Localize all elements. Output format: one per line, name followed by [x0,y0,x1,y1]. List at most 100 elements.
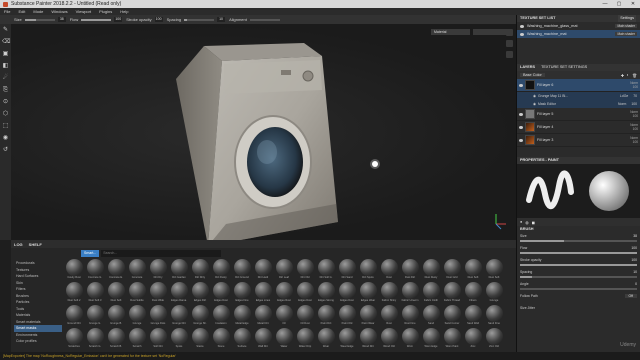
eye-icon[interactable] [520,24,524,28]
shelf-item[interactable]: Stone [211,328,231,350]
shelf-item[interactable]: Edges Strong [316,282,336,304]
shelf-item[interactable]: Dirt Sand [337,259,357,281]
layer-blend[interactable]: Norm 100 [630,81,638,89]
eraser-icon[interactable]: ⌫ [2,39,10,46]
filter-chip[interactable]: Smart... [81,250,100,257]
shelf-item[interactable]: Sand [421,305,441,327]
shelf-item[interactable]: Sand Corner [442,305,462,327]
shelf-item[interactable]: Worn Paint [442,328,462,350]
shelf-item[interactable]: Sand Fine [484,305,504,327]
property-value[interactable]: 0 [635,282,637,286]
shelf-item[interactable]: Dirt Dry [148,259,168,281]
shelf-item[interactable]: Zinc [463,328,483,350]
layer-opacity[interactable]: 100 [633,140,638,144]
shelf-item[interactable]: Edges Rust [274,282,294,304]
shelf-item[interactable]: Grunge Sh. [190,305,210,327]
shelf-item[interactable]: Edges Dust [211,282,231,304]
shelf-item[interactable]: Paint Old [337,305,357,327]
stroke-opacity-value[interactable]: 100 [154,17,163,22]
search-input[interactable]: Search... [101,250,221,257]
camera-icon[interactable]: ◉ [2,135,9,142]
settings-dropdown[interactable]: Settings [618,15,636,22]
shelf-item[interactable]: Dirt Soft G. [316,259,336,281]
follow-path-toggle[interactable]: Off [624,294,637,298]
shelf-item[interactable]: Dust Dirt [400,259,420,281]
shelf-item[interactable]: Water Drip [295,328,315,350]
property-value[interactable]: 100 [631,258,637,262]
delete-layer-icon[interactable]: 🗑 [632,73,637,78]
shelf-item[interactable]: Paint Dirt [316,305,336,327]
brush-tab-icon[interactable]: ● [520,220,522,224]
shelf-category[interactable]: Color profiles [14,338,62,345]
history-icon[interactable]: ↺ [2,147,9,154]
shader-settings-icon[interactable] [506,40,513,47]
menu-plugins[interactable]: Plugins [99,9,112,14]
close-button[interactable]: ✕ [626,1,640,7]
shelf-item[interactable]: Dust [379,259,399,281]
3d-viewport[interactable]: Material [11,24,516,240]
shelf-item[interactable]: Grunge G. [85,305,105,327]
eye-icon[interactable]: ◉ [533,102,536,106]
tab-texture-set-settings[interactable]: TEXTURE SET SETTINGS [541,64,587,71]
shelf-item[interactable]: Edges Dirt [190,282,210,304]
shelf-item[interactable]: Spots [169,328,189,350]
shelf-item[interactable]: Stains [190,328,210,350]
polygon-fill-icon[interactable]: ⬡ [2,111,9,118]
shelf-item[interactable]: Dirt Ground [232,259,252,281]
shelf-item[interactable]: Dust Dusty [421,259,441,281]
shelf-item[interactable]: Dirt Garden [169,259,189,281]
flow-value[interactable]: 100 [114,17,123,22]
texture-set-row[interactable]: Washing_machine_mat Main shader [517,30,640,38]
layer-blend[interactable]: Norm 100 [630,110,638,118]
shelf-item[interactable]: Edges Dama. [169,282,189,304]
camera-settings-icon[interactable] [506,51,513,58]
effect-value[interactable]: 100 [631,102,637,106]
clone-icon[interactable]: ⎘ [2,87,9,94]
shelf-item[interactable]: Dirt Hard [253,259,273,281]
shelf-item[interactable]: Oil Dust [295,305,315,327]
shelf-item[interactable]: Dust Soft 2 [64,282,84,304]
eye-icon[interactable]: ◉ [533,94,536,98]
shelf-item[interactable]: Fabric Unworn [400,282,420,304]
smudge-icon[interactable]: ☄ [2,75,9,82]
shelf-item[interactable]: Ground Dirt [64,305,84,327]
shelf-item[interactable]: Soft Dirt [148,328,168,350]
shelf-item[interactable]: Edges Lines [253,282,273,304]
menu-help[interactable]: Help [120,9,128,14]
shelf-item[interactable]: Metal Dirt [253,305,273,327]
effect-mode[interactable]: Norm [618,102,626,106]
shelf-item[interactable]: Paint Wear [358,305,378,327]
property-value[interactable]: 10 [633,270,637,274]
shelf-item[interactable]: Wood Dirt [358,328,378,350]
shelf-item[interactable]: Grunge Dots [148,305,168,327]
shelf-item[interactable]: Edges Fine [232,282,252,304]
shelf-item[interactable]: Concrete G. [85,259,105,281]
shelf-item[interactable]: Grunge [484,282,504,304]
property-value[interactable]: 100 [631,246,637,250]
menu-mode[interactable]: Mode [33,9,43,14]
eye-icon[interactable] [519,112,523,116]
size-value[interactable]: 38 [57,17,66,22]
projection-icon[interactable]: ▣ [2,51,9,58]
shelf-item[interactable]: Dust Soft 3 [85,282,105,304]
shelf-item[interactable]: Sand Wall [463,305,483,327]
tab-layers[interactable]: LAYERS [520,64,535,71]
alpha-tab-icon[interactable]: ◼ [532,220,535,225]
add-layer-icon[interactable]: ✚ [621,73,624,78]
tab-log[interactable]: LOG [14,242,23,247]
shelf-item[interactable]: Fabric Cloth [421,282,441,304]
layer-opacity[interactable]: 100 [633,127,638,131]
eye-icon[interactable] [520,32,524,36]
shelf-item[interactable]: Oil [274,305,294,327]
layer-opacity[interactable]: 100 [633,85,638,89]
shelf-item[interactable]: Metal Edge [232,305,252,327]
property-slider[interactable] [520,276,637,278]
shelf-item[interactable]: Scratch [127,328,147,350]
effect-row[interactable]: ◉ Mask Editor Norm 100 [517,100,640,108]
shelf-item[interactable]: Wear [316,328,336,350]
shader-dropdown[interactable]: Main shader [615,32,637,36]
minimize-button[interactable]: — [598,1,612,7]
shelf-item[interactable]: Fabric Thread [442,282,462,304]
menu-windows[interactable]: Windows [51,9,67,14]
effect-mode[interactable]: LdGe [620,94,628,98]
